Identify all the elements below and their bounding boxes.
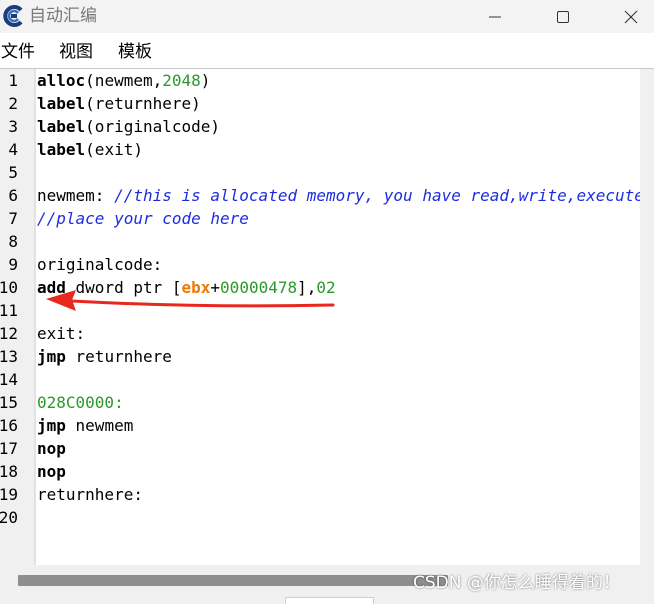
code-line: nop [37, 437, 66, 460]
code-line: jmp returnhere [37, 345, 172, 368]
code-token: (newmem, [85, 71, 163, 90]
code-token: 028C0000: [37, 393, 124, 412]
code-token: ebx [181, 278, 211, 297]
code-token: returnhere [65, 347, 172, 366]
code-line: nop [37, 460, 66, 483]
code-token: ], [297, 278, 317, 297]
line-number: 10 [0, 278, 18, 297]
line-number: 4 [8, 140, 18, 159]
code-token: label [37, 140, 86, 159]
menu-file[interactable]: 文件 [1, 41, 35, 63]
code-token: 2048 [162, 71, 201, 90]
line-number: 6 [8, 186, 18, 205]
bottom-panel-tab[interactable] [285, 597, 374, 604]
line-number: 15 [0, 393, 18, 412]
code-token: //place your code here [37, 209, 249, 228]
code-token: add [37, 278, 66, 297]
code-token: //this is allocated memory, you have rea… [114, 186, 640, 205]
line-number: 9 [8, 255, 18, 274]
code-token: 02 [316, 278, 336, 297]
code-token: (exit) [85, 140, 143, 159]
line-number: 11 [0, 301, 18, 320]
code-line: label(originalcode) [37, 115, 220, 138]
watermark: CSDN @你怎么睡得着的！ [413, 573, 620, 593]
code-token: newmem: [37, 186, 115, 205]
code-token: nop [37, 462, 66, 481]
code-line: //place your code here [37, 207, 249, 230]
code-token: (originalcode) [85, 117, 221, 136]
line-number: 20 [0, 508, 18, 527]
line-number: 17 [0, 439, 18, 458]
line-number: 13 [0, 347, 18, 366]
minimize-icon [489, 16, 501, 17]
code-line: originalcode: [37, 253, 162, 276]
line-number: 16 [0, 416, 18, 435]
code-token: nop [37, 439, 66, 458]
line-number: 12 [0, 324, 18, 343]
code-token: dword ptr [ [65, 278, 182, 297]
code-line: exit: [37, 322, 85, 345]
code-token: alloc [37, 71, 86, 90]
close-button[interactable] [608, 0, 654, 33]
line-number: 2 [8, 94, 18, 113]
code-line: 028C0000: [37, 391, 124, 414]
code-token: label [37, 94, 86, 113]
code-token: label [37, 117, 86, 136]
maximize-button[interactable] [540, 0, 586, 33]
code-editor[interactable]: alloc(newmem,2048) label(returnhere) label… [37, 69, 640, 565]
code-line: alloc(newmem,2048) [37, 69, 210, 92]
code-line: add dword ptr [ebx+00000478],02 [37, 276, 336, 299]
code-token: ) [200, 71, 211, 90]
window-title: 自动汇编 [29, 6, 97, 26]
code-line: label(returnhere) [37, 92, 201, 115]
horizontal-scrollbar-thumb[interactable] [18, 575, 448, 586]
line-number: 5 [8, 163, 18, 182]
menu-bar: 文件 视图 模板 [0, 40, 654, 66]
gutter-divider [34, 69, 36, 565]
code-line: label(exit) [37, 138, 143, 161]
code-token: jmp [37, 347, 66, 366]
line-number: 18 [0, 462, 18, 481]
line-number: 8 [8, 232, 18, 251]
maximize-icon [557, 10, 569, 23]
code-line: newmem: //this is allocated memory, you … [37, 184, 640, 207]
code-token: 00000478 [220, 278, 298, 297]
code-token: (returnhere) [85, 94, 201, 113]
code-line: returnhere: [37, 483, 143, 506]
code-line: jmp newmem [37, 414, 133, 437]
line-number-gutter: 1 2 3 4 5 6 7 8 9 10 11 12 13 14 15 16 17 18 19 20 [0, 69, 34, 565]
code-token: exit: [37, 324, 86, 343]
vertical-scrollbar[interactable] [640, 69, 654, 565]
code-token: newmem [65, 416, 134, 435]
code-token: jmp [37, 416, 66, 435]
line-number: 19 [0, 485, 18, 504]
line-number: 1 [8, 71, 18, 90]
cheat-engine-icon [3, 5, 23, 27]
line-number: 3 [8, 117, 18, 136]
code-token: originalcode: [37, 255, 163, 274]
line-number: 14 [0, 370, 18, 389]
minimize-button[interactable] [472, 0, 518, 33]
menu-view[interactable]: 视图 [59, 41, 93, 63]
title-bar: 自动汇编 [0, 0, 654, 33]
line-number: 7 [8, 209, 18, 228]
menu-template[interactable]: 模板 [118, 41, 152, 63]
code-token: returnhere: [37, 485, 143, 504]
horizontal-scrollbar-area: CSDN @你怎么睡得着的！ [0, 565, 654, 604]
close-icon [624, 10, 638, 23]
code-token: + [210, 278, 221, 297]
